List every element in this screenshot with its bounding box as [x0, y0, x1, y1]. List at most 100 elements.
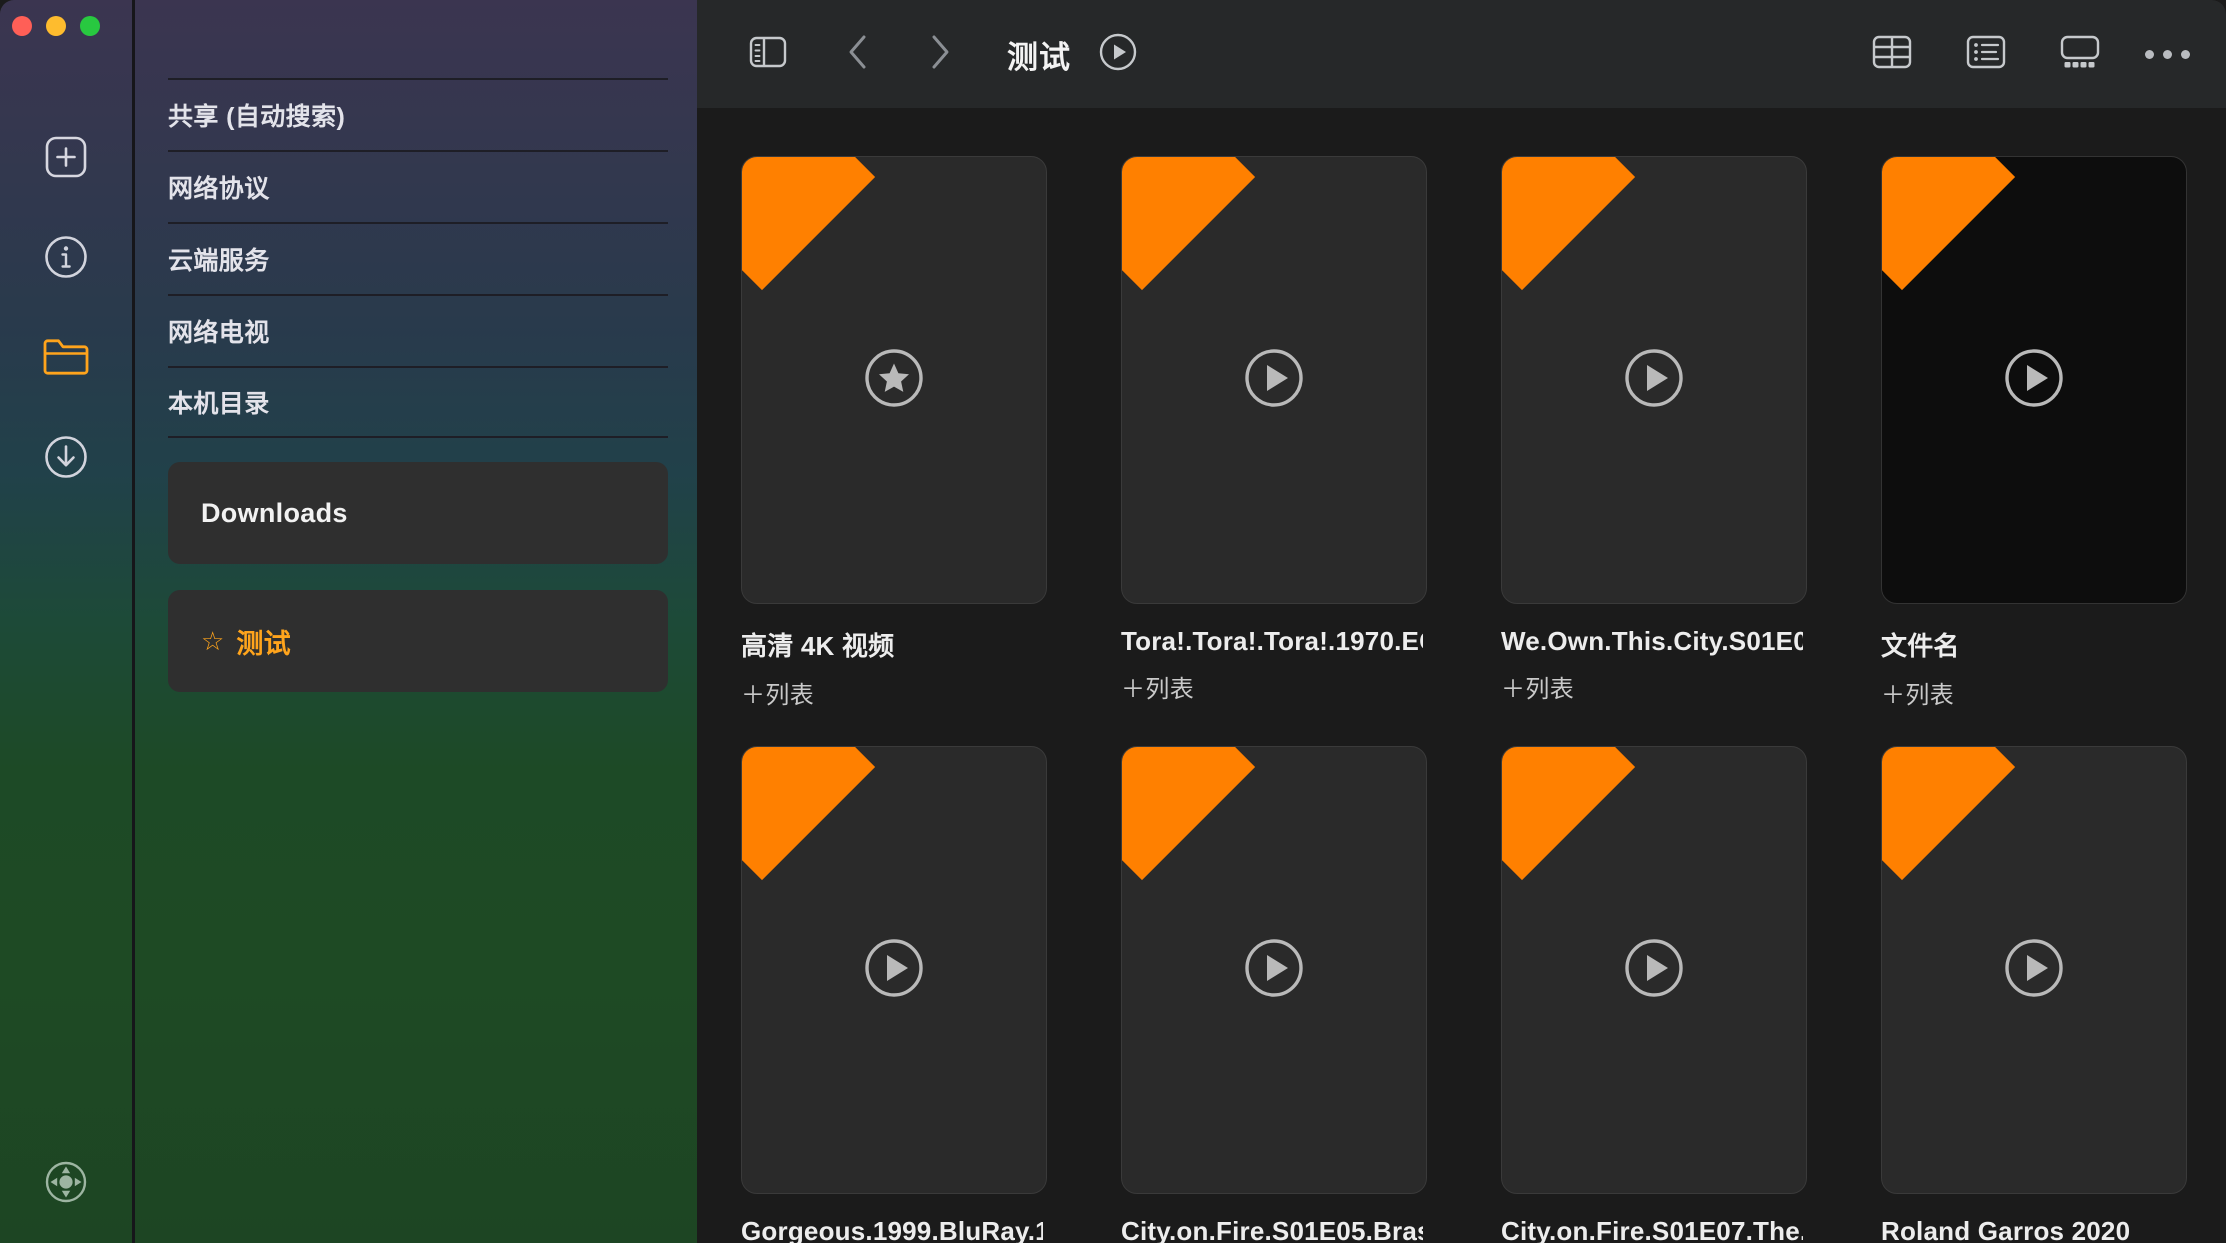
corner-ribbon-icon [1882, 747, 2016, 881]
sidebar-item-network-tv[interactable]: 网络电视 [168, 294, 668, 366]
corner-ribbon-icon [1122, 747, 1256, 881]
file-sub-label[interactable]: ＋列表 [1121, 669, 1423, 704]
sidebar-favorite-downloads[interactable]: Downloads [168, 462, 668, 564]
sidebar-item-network-protocol[interactable]: 网络协议 [168, 150, 668, 222]
toolbar-right-group [1863, 25, 2190, 83]
sidebar-item-local-directory[interactable]: 本机目录 [168, 366, 668, 438]
file-card[interactable]: City.on.Fire.S01E07.The.D [1501, 746, 1807, 1243]
play-circle-icon [1235, 929, 1313, 1012]
rail-bottom-area [0, 1153, 132, 1211]
file-sub-label[interactable]: ＋列表 [1501, 669, 1803, 704]
file-name: City.on.Fire.S01E05.Bras [1121, 1216, 1423, 1243]
file-card[interactable]: 高清 4K 视频 ＋列表 [741, 156, 1047, 710]
file-thumbnail[interactable] [1121, 156, 1427, 604]
file-card[interactable]: Gorgeous.1999.BluRay.10 [741, 746, 1047, 1243]
file-name: 文件名 [1881, 631, 1960, 661]
sidebar-section-list: 共享 (自动搜索) 网络协议 云端服务 网络电视 本机目录 [135, 78, 697, 438]
file-thumbnail[interactable] [1121, 746, 1427, 1194]
file-name: City.on.Fire.S01E07.The.D [1501, 1216, 1803, 1243]
file-thumbnail[interactable] [741, 746, 1047, 1194]
file-name: 高清 4K 视频 [741, 631, 895, 661]
left-rail [0, 0, 132, 1243]
star-icon: ☆ [201, 626, 225, 656]
star-circle-icon [855, 339, 933, 422]
more-dot-icon [2145, 49, 2154, 59]
chevron-left-icon [845, 34, 871, 75]
file-sub-label[interactable]: ＋列表 [1881, 675, 2183, 710]
back-button[interactable] [829, 25, 887, 83]
chevron-right-icon [927, 34, 953, 75]
sidebar-item-cloud-service[interactable]: 云端服务 [168, 222, 668, 294]
file-thumbnail[interactable] [1881, 746, 2187, 1194]
sidebar-toggle-button[interactable] [739, 25, 797, 83]
more-options-button[interactable] [2145, 49, 2190, 59]
file-thumbnail[interactable] [741, 156, 1047, 604]
file-grid-scroll[interactable]: 高清 4K 视频 ＋列表 Tora!.Tora!.Tora!.1970.EC. … [697, 108, 2226, 1243]
sidebar-item-label: 共享 (自动搜索) [168, 103, 346, 131]
rail-icon-list [37, 128, 95, 486]
play-circle-icon [1995, 339, 2073, 422]
play-circle-icon [1615, 929, 1693, 1012]
play-circle-icon [1098, 32, 1138, 77]
rail-item-download[interactable] [37, 428, 95, 486]
file-caption: We.Own.This.City.S01E03 ＋列表 [1501, 626, 1807, 704]
sidebar-item-shared[interactable]: 共享 (自动搜索) [168, 78, 668, 150]
file-thumbnail[interactable] [1881, 156, 2187, 604]
file-caption: 高清 4K 视频 ＋列表 [741, 626, 1047, 710]
file-card[interactable]: Tora!.Tora!.Tora!.1970.EC. ＋列表 [1121, 156, 1427, 710]
file-name: Gorgeous.1999.BluRay.10 [741, 1216, 1043, 1243]
file-card[interactable]: We.Own.This.City.S01E03 ＋列表 [1501, 156, 1807, 710]
play-circle-icon [855, 929, 933, 1012]
file-card[interactable]: Roland Garros 2020 [1881, 746, 2187, 1243]
close-button[interactable] [12, 16, 32, 36]
rail-item-info[interactable] [37, 228, 95, 286]
zoom-button[interactable] [80, 16, 100, 36]
corner-ribbon-icon [1882, 157, 2016, 291]
play-folder-button[interactable] [1089, 25, 1147, 83]
view-grid-button[interactable] [1863, 25, 1921, 83]
play-circle-icon [1995, 929, 2073, 1012]
file-name: Tora!.Tora!.Tora!.1970.EC. [1121, 626, 1423, 656]
rail-item-remote[interactable] [37, 1153, 95, 1211]
sidebar-item-label: 本机目录 [168, 390, 270, 418]
minimize-button[interactable] [46, 16, 66, 36]
app-window: 共享 (自动搜索) 网络协议 云端服务 网络电视 本机目录 Downloads … [0, 0, 2226, 1243]
main-panel: 测试 高清 4K 视频 ＋列表 Tora!.Tora!.Tora!.1970.E… [697, 0, 2226, 1243]
file-card[interactable]: 文件名 ＋列表 [1881, 156, 2187, 710]
window-traffic-lights [12, 16, 100, 36]
sidebar-favorites: Downloads ☆ 测试 [135, 438, 697, 692]
grid-view-icon [1872, 35, 1912, 74]
more-dot-icon [2163, 49, 2172, 59]
file-card[interactable]: City.on.Fire.S01E05.Bras [1121, 746, 1427, 1243]
corner-ribbon-icon [742, 157, 876, 291]
file-caption: City.on.Fire.S01E05.Bras [1121, 1216, 1427, 1243]
file-sub-label[interactable]: ＋列表 [741, 675, 1043, 710]
more-dot-icon [2181, 49, 2190, 59]
plus-square-icon [44, 135, 88, 179]
rail-item-folder[interactable] [37, 328, 95, 386]
list-view-icon [1966, 35, 2006, 74]
file-thumbnail[interactable] [1501, 746, 1807, 1194]
sidebar-favorite-test[interactable]: ☆ 测试 [168, 590, 668, 692]
view-list-button[interactable] [1957, 25, 2015, 83]
file-name: We.Own.This.City.S01E03 [1501, 626, 1803, 656]
rail-item-add[interactable] [37, 128, 95, 186]
file-name: Roland Garros 2020 [1881, 1216, 2131, 1243]
info-circle-icon [43, 234, 89, 280]
view-gallery-button[interactable] [2051, 25, 2109, 83]
sidebar-toggle-icon [749, 36, 787, 73]
file-thumbnail[interactable] [1501, 156, 1807, 604]
favorite-label: 测试 [236, 628, 291, 659]
play-circle-icon [1615, 339, 1693, 422]
file-grid: 高清 4K 视频 ＋列表 Tora!.Tora!.Tora!.1970.EC. … [697, 156, 2226, 1243]
file-caption: City.on.Fire.S01E07.The.D [1501, 1216, 1807, 1243]
page-title: 测试 [1007, 39, 1071, 75]
file-caption: Gorgeous.1999.BluRay.10 [741, 1216, 1047, 1243]
corner-ribbon-icon [1502, 747, 1636, 881]
download-circle-icon [43, 434, 89, 480]
file-caption: Tora!.Tora!.Tora!.1970.EC. ＋列表 [1121, 626, 1427, 704]
sidebar: 共享 (自动搜索) 网络协议 云端服务 网络电视 本机目录 Downloads … [132, 0, 697, 1243]
sidebar-item-label: 网络电视 [168, 319, 270, 347]
forward-button[interactable] [911, 25, 969, 83]
remote-dpad-icon [43, 1159, 89, 1205]
